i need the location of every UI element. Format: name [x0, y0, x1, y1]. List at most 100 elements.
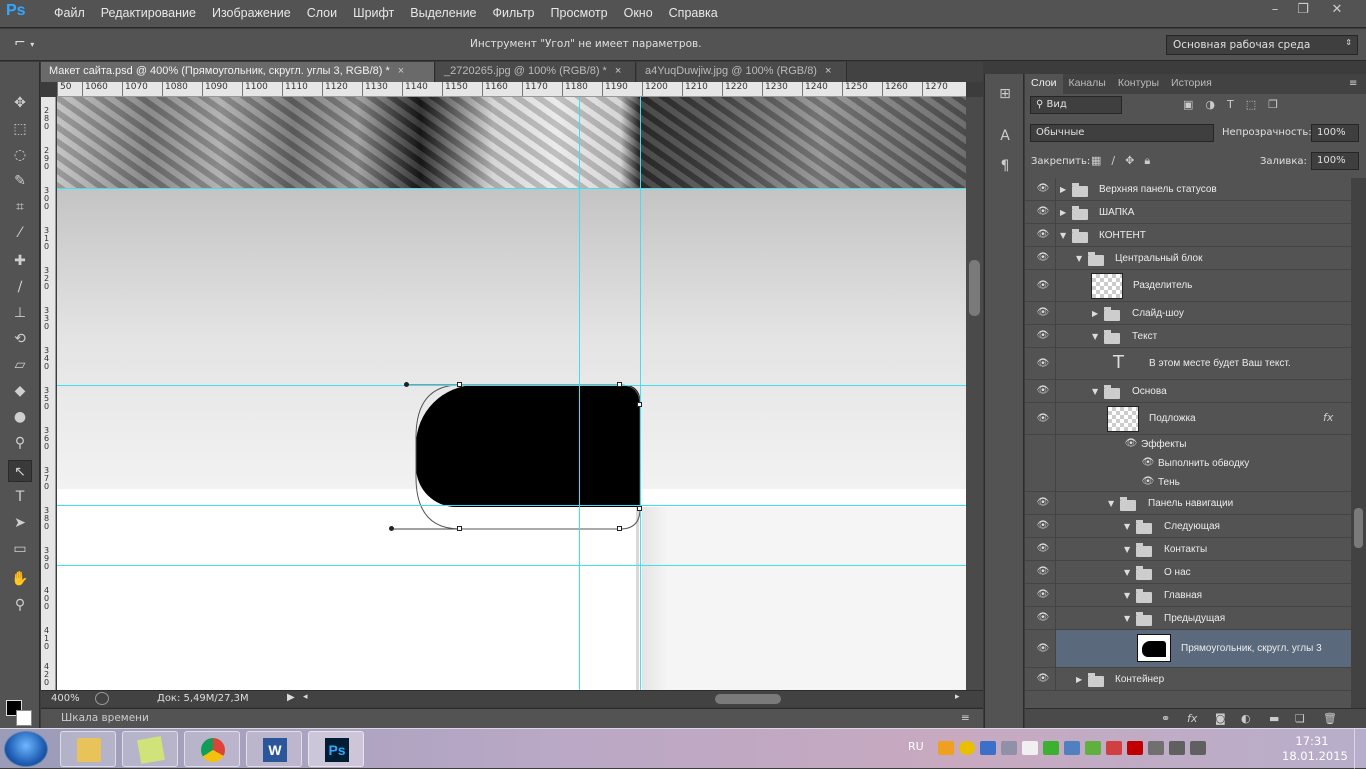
eye-icon[interactable]: 👁︎	[1035, 330, 1051, 342]
dodge-tool-icon[interactable]: ⚲	[8, 432, 32, 454]
add-mask-icon[interactable]: ◙	[1215, 712, 1226, 725]
panel-menu-icon[interactable]: ≡	[961, 712, 970, 724]
tray-app-icon[interactable]	[1085, 741, 1101, 755]
tray-app-icon[interactable]	[1148, 741, 1164, 755]
menu-help[interactable]: Справка	[661, 6, 726, 20]
tray-app-icon[interactable]	[980, 741, 996, 755]
eye-icon[interactable]: 👁︎	[1140, 457, 1156, 469]
path-anchor-point[interactable]	[637, 506, 642, 511]
language-indicator[interactable]: RU	[908, 740, 924, 753]
tab-channels[interactable]: Каналы	[1063, 74, 1112, 94]
layer-row[interactable]: 👁︎ ▼ Центральный блок	[1025, 247, 1351, 270]
path-anchor-point[interactable]	[617, 382, 622, 387]
eye-icon[interactable]: 👁︎	[1035, 589, 1051, 601]
guide-horizontal[interactable]	[57, 385, 966, 386]
guide-vertical[interactable]	[640, 97, 641, 690]
layer-row[interactable]: 👁︎ ▶ Контейнер	[1025, 668, 1351, 691]
blur-tool-icon[interactable]: ●	[8, 406, 32, 428]
move-tool-icon[interactable]: ✥	[8, 92, 32, 114]
collapse-arrow-icon[interactable]: ▼	[1092, 332, 1098, 341]
background-color-swatch[interactable]	[16, 710, 32, 726]
guide-horizontal[interactable]	[57, 565, 966, 566]
collapse-arrow-icon[interactable]: ▼	[1092, 387, 1098, 396]
eye-icon[interactable]: 👁︎	[1035, 252, 1051, 264]
collapse-arrow-icon[interactable]: ▼	[1108, 499, 1114, 508]
blend-mode-select[interactable]: Обычные	[1030, 124, 1214, 142]
zoom-tool-icon[interactable]: ⚲	[8, 594, 32, 616]
guide-horizontal[interactable]	[57, 505, 966, 506]
vertical-ruler[interactable]: 280 290 300 310 320 330 340 350 360 370 …	[41, 97, 56, 690]
tab-maket[interactable]: Макет сайта.psd @ 400% (Прямоугольник, с…	[41, 62, 435, 82]
opacity-input[interactable]: 100%	[1311, 124, 1359, 142]
zoom-field[interactable]: 400%	[51, 693, 80, 704]
eye-icon[interactable]: 👁︎	[1035, 385, 1051, 397]
path-select-tool-icon[interactable]: ➤	[8, 512, 32, 534]
panel-menu-icon[interactable]: ≡	[1349, 78, 1357, 89]
canvas-scroll-thumb[interactable]	[969, 260, 980, 316]
eye-icon[interactable]: 👁︎	[1035, 673, 1051, 685]
taskbar-notes[interactable]	[122, 731, 178, 767]
path-anchor-point[interactable]	[457, 526, 462, 531]
guide-vertical[interactable]	[579, 97, 580, 690]
taskbar-chrome[interactable]	[184, 731, 240, 767]
path-anchor-point[interactable]	[457, 382, 462, 387]
layer-row[interactable]: 👁︎ ▶ Слайд-шоу	[1025, 302, 1351, 325]
adjustment-layer-icon[interactable]: ◐	[1241, 712, 1251, 725]
layer-row[interactable]: 👁︎ ▶ ШАПКА	[1025, 201, 1351, 224]
add-style-icon[interactable]: fx	[1187, 712, 1197, 725]
trash-icon[interactable]: 🗑︎	[1323, 712, 1337, 725]
menu-file[interactable]: Файл	[46, 6, 93, 20]
workspace-select[interactable]: Основная рабочая среда ⇕	[1166, 35, 1358, 55]
menu-view[interactable]: Просмотр	[543, 6, 616, 20]
expand-arrow-icon[interactable]: ▶	[1060, 185, 1066, 194]
tab-image-a4yuq[interactable]: a4YuqDuwjiw.jpg @ 100% (RGB/8) ×	[637, 62, 847, 82]
character-panel-icon[interactable]: A	[995, 128, 1015, 148]
horizontal-ruler[interactable]: 50 1060 1070 1080 1090 1100 1110 1120 11…	[57, 82, 966, 97]
eyedropper-tool-icon[interactable]: ⁄	[8, 222, 32, 244]
fill-input[interactable]: 100%	[1311, 152, 1359, 170]
guide-horizontal[interactable]	[57, 188, 966, 189]
tray-app-icon[interactable]	[959, 741, 975, 755]
path-handle[interactable]	[404, 382, 409, 387]
type-tool-icon[interactable]: T	[8, 486, 32, 508]
stamp-tool-icon[interactable]: ⊥	[8, 302, 32, 324]
lock-pixels-icon[interactable]: ∕	[1111, 154, 1115, 168]
smart-object-filter-icon[interactable]: ❐	[1268, 98, 1278, 111]
lasso-tool-icon[interactable]: ◌	[8, 144, 32, 166]
layer-filter-select[interactable]: ⚲ Вид	[1030, 96, 1122, 114]
quick-select-tool-icon[interactable]: ✎	[8, 170, 32, 192]
new-group-icon[interactable]: ▬	[1269, 712, 1279, 725]
document-canvas[interactable]	[57, 97, 966, 690]
menu-filter[interactable]: Фильтр	[485, 6, 543, 20]
history-brush-tool-icon[interactable]: ⟲	[8, 328, 32, 350]
layer-row[interactable]: 👁︎ ▼ Основа	[1025, 380, 1351, 403]
brush-tool-icon[interactable]: ∕	[8, 276, 32, 298]
close-icon[interactable]: ×	[398, 65, 404, 77]
collapse-arrow-icon[interactable]: ▼	[1076, 254, 1082, 263]
image-filter-icon[interactable]: ▣	[1183, 98, 1193, 111]
eraser-tool-icon[interactable]: ▱	[8, 354, 32, 376]
tab-image-2720265[interactable]: _2720265.jpg @ 100% (RGB/8) * ×	[436, 62, 636, 82]
menu-type[interactable]: Шрифт	[345, 6, 402, 20]
eye-icon[interactable]: 👁︎	[1035, 280, 1051, 292]
layer-row[interactable]: 👁︎ ▼ Текст	[1025, 325, 1351, 348]
restore-button[interactable]: ❐	[1290, 2, 1316, 20]
eye-icon[interactable]: 👁︎	[1035, 643, 1051, 655]
layers-scroll-thumb[interactable]	[1354, 508, 1363, 548]
layer-effect-row[interactable]: 👁︎ Тень	[1025, 473, 1351, 492]
layer-row-selected[interactable]: 👁︎ Прямоугольник, скругл. углы 3	[1025, 630, 1351, 668]
layer-row[interactable]: 👁︎ Разделитель	[1025, 270, 1351, 302]
layer-row[interactable]: 👁︎ ▼ О нас	[1025, 561, 1351, 584]
eye-icon[interactable]: 👁︎	[1035, 206, 1051, 218]
eye-icon[interactable]: 👁︎	[1123, 438, 1139, 450]
canvas-hscroll-thumb[interactable]	[715, 694, 781, 704]
show-desktop-button[interactable]	[1354, 729, 1366, 769]
tab-history[interactable]: История	[1165, 74, 1218, 94]
collapse-arrow-icon[interactable]: ▼	[1124, 568, 1130, 577]
path-anchor-point[interactable]	[617, 526, 622, 531]
tool-preset-picker[interactable]: ⌐ ▾	[14, 35, 60, 55]
status-options-icon[interactable]	[95, 692, 109, 705]
path-anchor-point[interactable]	[637, 402, 642, 407]
layer-row[interactable]: 👁︎ ▼ Предыдущая	[1025, 607, 1351, 630]
tab-paths[interactable]: Контуры	[1112, 74, 1165, 94]
